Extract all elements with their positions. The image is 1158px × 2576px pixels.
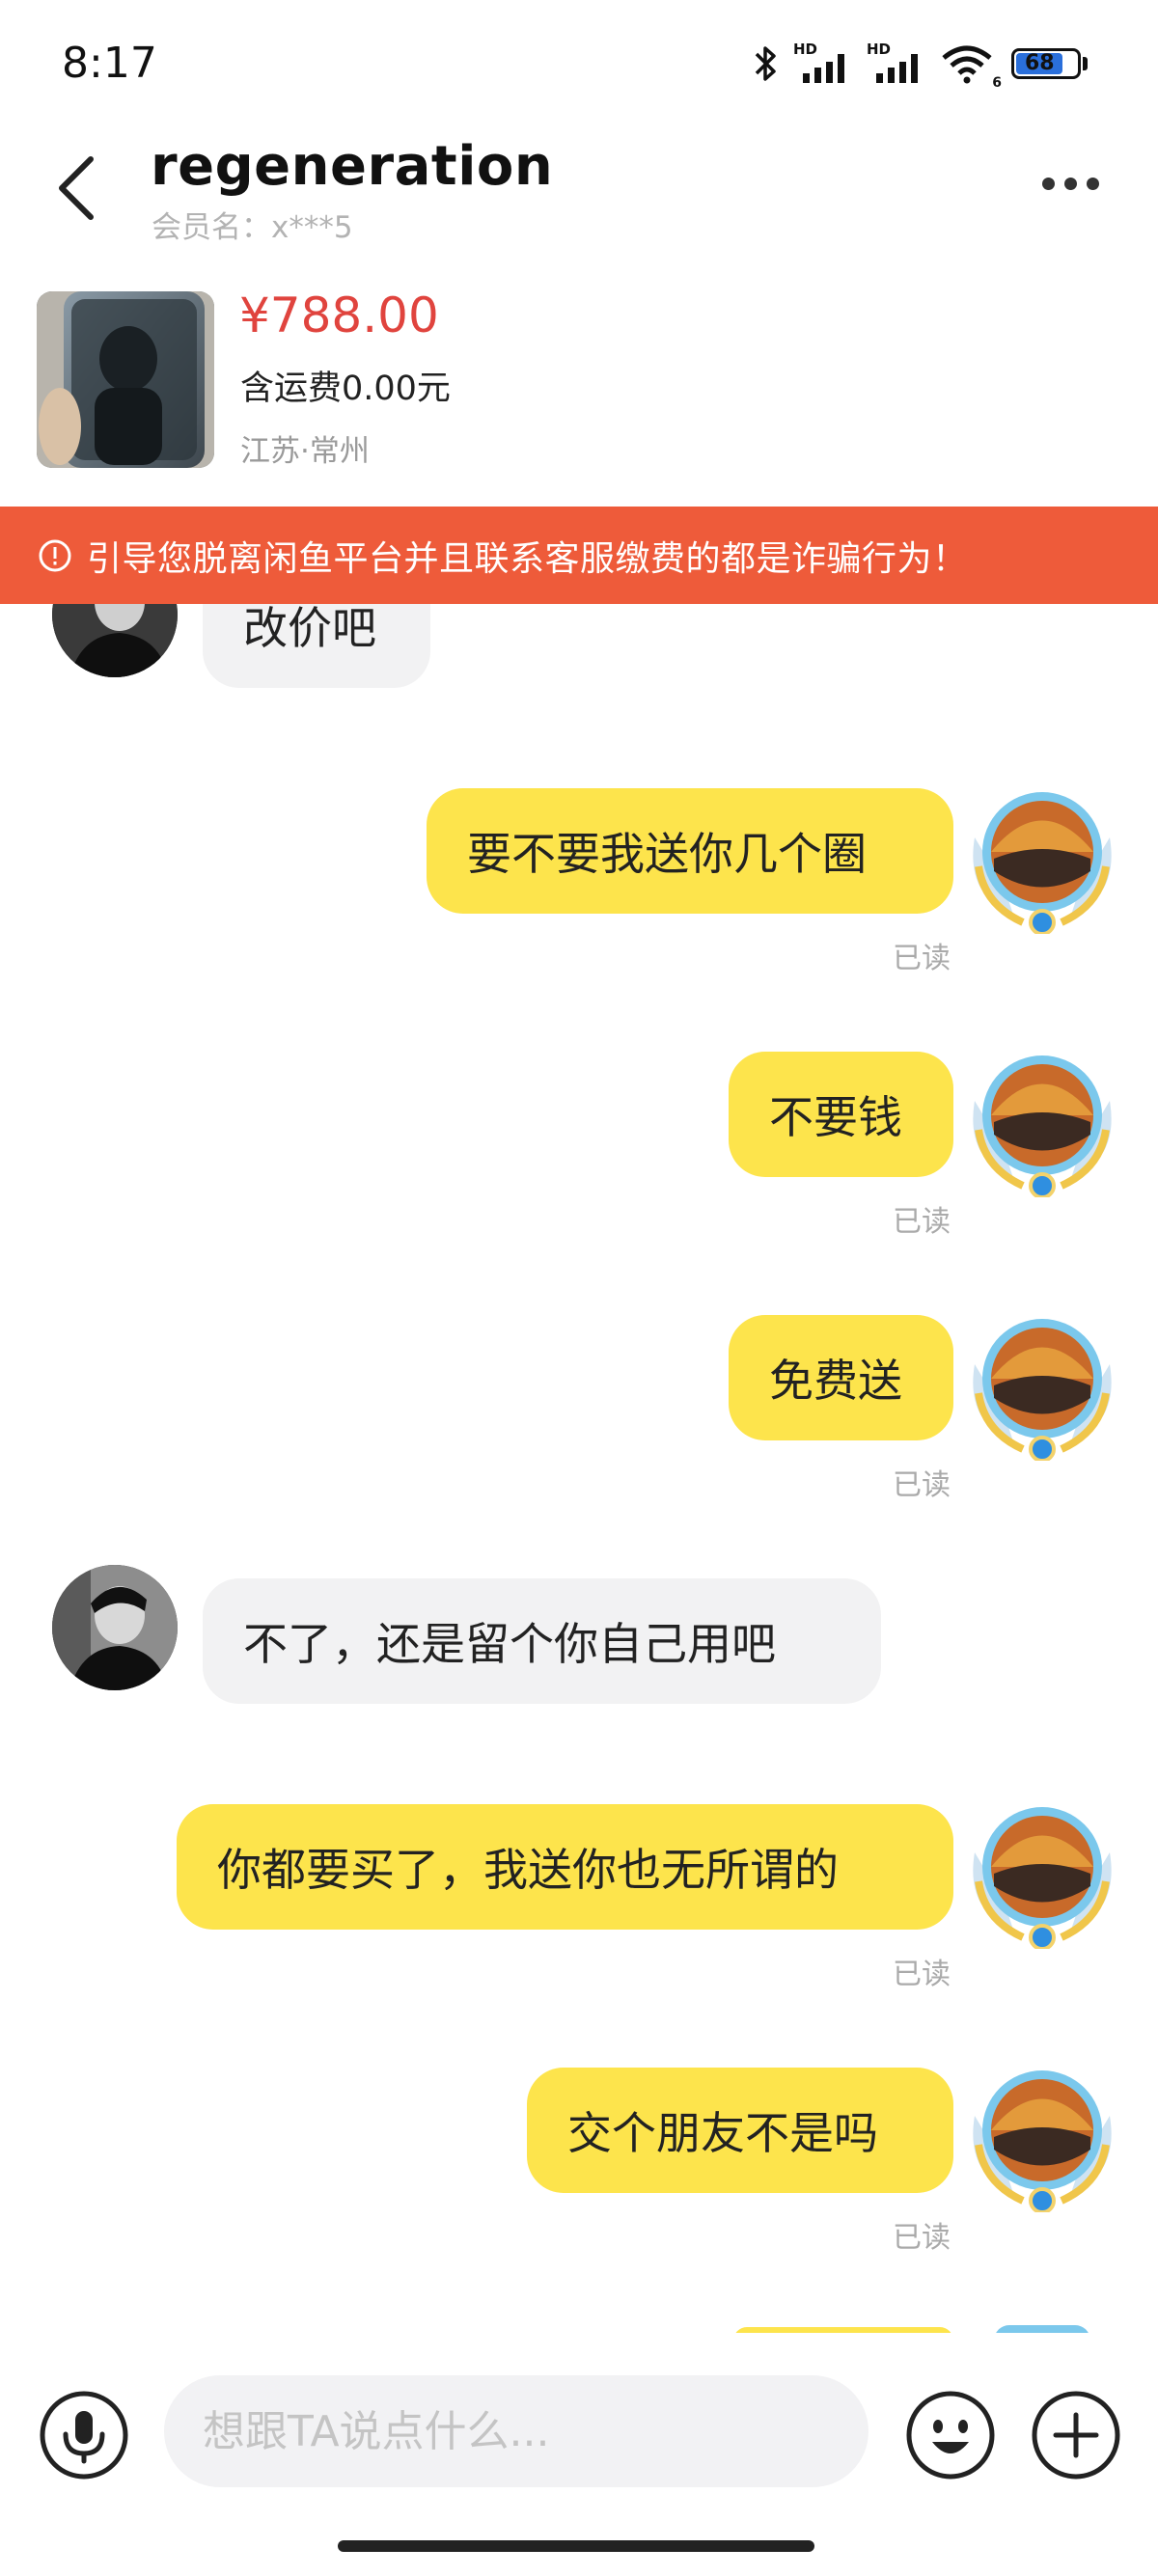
emoji-icon <box>906 2391 995 2480</box>
message-bubble-sent[interactable]: 要不要我送你几个圈 <box>427 788 953 914</box>
read-status: 已读 <box>893 2221 951 2255</box>
contact-avatar[interactable] <box>52 1565 178 1690</box>
my-avatar[interactable] <box>965 780 1119 936</box>
emoji-button[interactable] <box>905 2390 996 2480</box>
more-dots-icon <box>1042 177 1055 190</box>
fraud-warning-banner: 引导您脱离闲鱼平台并且联系客服缴费的都是诈骗行为！ <box>0 507 1158 604</box>
more-dot <box>1087 177 1099 190</box>
wifi-icon: 6 <box>940 42 1002 91</box>
back-arrow-icon <box>59 156 94 220</box>
read-status: 已读 <box>893 942 951 975</box>
message-input[interactable] <box>164 2375 868 2487</box>
product-price: ¥788.00 <box>239 288 439 343</box>
battery-icon: 68 <box>1011 44 1090 83</box>
my-avatar[interactable] <box>965 1043 1119 1199</box>
status-icons: HD HD 6 68 <box>753 37 1090 91</box>
message-bubble-sent[interactable]: 你都要买了，我送你也无所谓的 <box>177 1804 953 1930</box>
my-avatar[interactable] <box>965 2058 1119 2214</box>
battery-level: 68 <box>1025 51 1055 75</box>
home-indicator[interactable] <box>338 2540 814 2552</box>
product-thumbnail[interactable] <box>37 291 214 468</box>
wifi-label: 6 <box>992 75 1002 91</box>
shipping-fee: 含运费0.00元 <box>240 370 451 408</box>
member-name: 会员名：x***5 <box>152 210 353 245</box>
signal-hd-icon: HD <box>793 41 853 85</box>
back-button[interactable] <box>50 150 108 227</box>
more-actions-button[interactable] <box>1031 2390 1121 2480</box>
my-avatar[interactable] <box>965 1306 1119 1463</box>
read-status: 已读 <box>893 1958 951 1991</box>
status-time: 8:17 <box>62 39 157 88</box>
message-bubble-sent[interactable]: 免费送 <box>729 1315 953 1440</box>
message-bubble-received[interactable]: 不了，还是留个你自己用吧 <box>203 1578 881 1704</box>
more-dot <box>1064 177 1077 190</box>
message-bubble-sent[interactable]: 交个朋友不是吗 <box>527 2068 953 2193</box>
bluetooth-icon <box>755 46 776 81</box>
warning-icon <box>39 539 71 571</box>
signal-hd-icon: HD <box>867 41 926 85</box>
more-button[interactable] <box>1042 162 1110 205</box>
product-location: 江苏·常州 <box>240 434 370 469</box>
warning-text: 引导您脱离闲鱼平台并且联系客服缴费的都是诈骗行为！ <box>87 538 968 579</box>
plus-icon <box>1032 2391 1120 2480</box>
microphone-icon <box>40 2391 128 2480</box>
chat-title: regeneration <box>151 135 554 198</box>
read-status: 已读 <box>893 1468 951 1502</box>
message-bubble-sent[interactable]: 不要钱 <box>729 1052 953 1177</box>
my-avatar[interactable] <box>965 1795 1119 1951</box>
read-status: 已读 <box>893 1205 951 1239</box>
voice-button[interactable] <box>39 2390 129 2480</box>
